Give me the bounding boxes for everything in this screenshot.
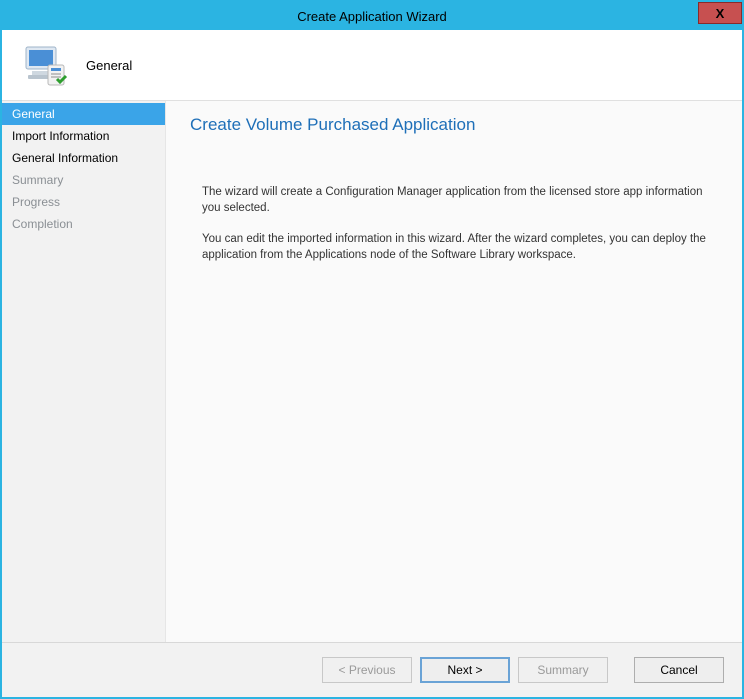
sidebar-item-summary[interactable]: Summary (2, 169, 165, 191)
sidebar-item-progress[interactable]: Progress (2, 191, 165, 213)
wizard-window: Create Application Wizard X General (0, 0, 744, 699)
content-paragraph-2: You can edit the imported information in… (190, 232, 718, 263)
next-button[interactable]: Next > (420, 657, 510, 683)
titlebar: Create Application Wizard X (2, 2, 742, 30)
previous-button: < Previous (322, 657, 412, 683)
sidebar-item-general-information[interactable]: General Information (2, 147, 165, 169)
wizard-sidebar: General Import Information General Infor… (2, 101, 166, 642)
content-heading: Create Volume Purchased Application (190, 115, 718, 135)
sidebar-item-general[interactable]: General (2, 103, 165, 125)
close-button[interactable]: X (698, 2, 742, 24)
window-title: Create Application Wizard (297, 9, 447, 24)
close-icon: X (716, 6, 725, 21)
wizard-body: General Import Information General Infor… (2, 100, 742, 642)
summary-button: Summary (518, 657, 608, 683)
wizard-footer: < Previous Next > Summary Cancel (2, 642, 742, 697)
cancel-button[interactable]: Cancel (634, 657, 724, 683)
content-paragraph-1: The wizard will create a Configuration M… (190, 185, 718, 216)
wizard-header: General (2, 30, 742, 100)
wizard-content: Create Volume Purchased Application The … (166, 101, 742, 642)
computer-icon (20, 41, 68, 89)
sidebar-item-import-information[interactable]: Import Information (2, 125, 165, 147)
header-step-label: General (86, 58, 132, 73)
sidebar-item-completion[interactable]: Completion (2, 213, 165, 235)
